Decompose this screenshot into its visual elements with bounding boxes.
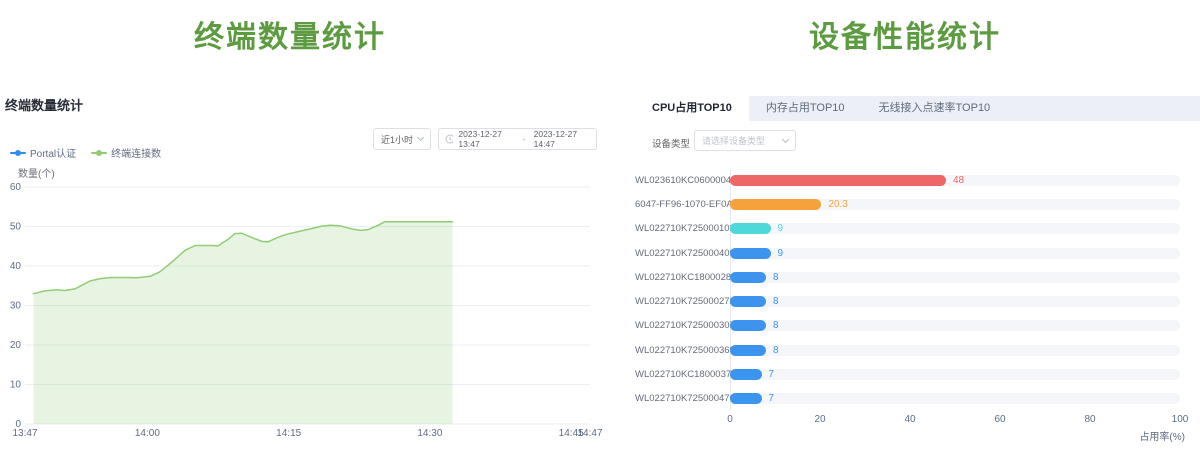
bar[interactable] [730, 199, 821, 210]
bar-category-label: WL022710K725000307 [635, 320, 730, 331]
chevron-down-icon [782, 135, 789, 142]
bar[interactable] [730, 345, 766, 356]
line-chart-legend: Portal认证 终端连接数 [10, 145, 161, 160]
bar-x-tick: 20 [805, 414, 835, 425]
right-section-title: 设备性能统计 [620, 12, 1190, 56]
bar-value-label: 48 [953, 174, 964, 187]
bar-value-label: 7 [769, 392, 775, 405]
bar[interactable] [730, 320, 766, 331]
legend-label: Portal认证 [30, 145, 76, 160]
bar-x-tick: 40 [895, 414, 925, 425]
device-type-placeholder: 请选择设备类型 [702, 134, 765, 147]
bar-category-label: WL022710K725000272 [635, 296, 730, 307]
tab[interactable]: 内存占用TOP10 [749, 96, 862, 121]
bar-category-label: WL022710KC18000372 [635, 369, 730, 380]
bar[interactable] [730, 223, 771, 234]
bar-row: WL022710K725000102 9 [635, 217, 1200, 241]
device-type-label: 设备类型 [652, 136, 690, 150]
bar-track: 7 [730, 393, 1180, 404]
bar-row: WL022710K725000409 9 [635, 241, 1200, 265]
bar[interactable] [730, 393, 762, 404]
bar-row: 6047-FF96-1070-EF0A 20.3 [635, 192, 1200, 216]
terminal-chart-title: 终端数量统计 [5, 95, 83, 114]
bar-track: 9 [730, 248, 1180, 259]
bar-track: 8 [730, 296, 1180, 307]
legend-label: 终端连接数 [111, 145, 161, 160]
bar-chart-x-axis-label: 占用率(%) [1120, 428, 1185, 443]
svg-text:14:47: 14:47 [577, 428, 602, 439]
bar-category-label: 6047-FF96-1070-EF0A [635, 199, 730, 210]
clock-icon [445, 134, 453, 144]
legend-item[interactable]: Portal认证 [10, 145, 76, 160]
bar-track: 8 [730, 345, 1180, 356]
svg-text:40: 40 [10, 261, 22, 272]
tab[interactable]: 无线接入点速率TOP10 [862, 96, 1008, 121]
date-range-end: 2023-12-27 14:47 [534, 129, 590, 149]
bar-category-label: WL022710K725000409 [635, 248, 730, 259]
svg-text:50: 50 [10, 222, 22, 233]
svg-text:60: 60 [10, 182, 22, 193]
bar-track: 20.3 [730, 199, 1180, 210]
tab[interactable]: CPU占用TOP10 [635, 96, 749, 121]
bar-value-label: 8 [773, 271, 779, 284]
bar-x-tick: 100 [1165, 414, 1195, 425]
svg-text:14:15: 14:15 [276, 428, 301, 439]
bar[interactable] [730, 369, 762, 380]
bar-value-label: 20.3 [828, 198, 847, 211]
legend-item[interactable]: 终端连接数 [91, 145, 161, 160]
legend-marker-icon [91, 149, 107, 157]
bar-row: WL022710KC18000372 7 [635, 362, 1200, 386]
bar-row: WL022710K725000369 8 [635, 338, 1200, 362]
bar-category-label: WL022710K725000470 [635, 393, 730, 404]
device-type-select[interactable]: 请选择设备类型 [694, 130, 796, 151]
bar-category-label: WL022710K725000102 [635, 223, 730, 234]
svg-text:13:47: 13:47 [12, 428, 37, 439]
svg-text:20: 20 [10, 340, 22, 351]
svg-text:14:00: 14:00 [135, 428, 160, 439]
bar-category-label: WL022710KC18000280 [635, 272, 730, 283]
bar-x-tick: 60 [985, 414, 1015, 425]
date-range-separator: - [520, 134, 529, 144]
svg-text:14:30: 14:30 [417, 428, 442, 439]
bar[interactable] [730, 248, 771, 259]
time-range-select[interactable]: 近1小时 [373, 128, 431, 150]
bar-chart-x-ticks: 0 20 40 60 80 100 [635, 414, 1200, 428]
bar-row: WL022710KC18000280 8 [635, 265, 1200, 289]
bar-track: 8 [730, 272, 1180, 283]
bar-value-label: 8 [773, 344, 779, 357]
legend-marker-icon [10, 149, 26, 157]
bar-value-label: 9 [778, 222, 784, 235]
chevron-down-icon [417, 134, 424, 141]
bar-value-label: 7 [769, 368, 775, 381]
bar-row: WL022710K725000470 7 [635, 387, 1200, 411]
performance-tabbar: CPU占用TOP10内存占用TOP10无线接入点速率TOP10 [635, 96, 1200, 121]
date-range-picker[interactable]: 2023-12-27 13:47 - 2023-12-27 14:47 [438, 128, 597, 150]
bar-track: 9 [730, 223, 1180, 234]
time-range-value: 近1小时 [381, 133, 413, 146]
bar-row: WL022710K725000307 8 [635, 314, 1200, 338]
bar-category-label: WL022710K725000369 [635, 345, 730, 356]
date-range-start: 2023-12-27 13:47 [458, 129, 514, 149]
bar-category-label: WL023610KC06000043 [635, 175, 730, 186]
bar[interactable] [730, 296, 766, 307]
bar-x-tick: 0 [715, 414, 745, 425]
left-section-title: 终端数量统计 [0, 12, 580, 56]
bar[interactable] [730, 272, 766, 283]
bar-row: WL022710K725000272 8 [635, 289, 1200, 313]
bar-track: 8 [730, 320, 1180, 331]
bar-value-label: 8 [773, 295, 779, 308]
bar-row: WL023610KC06000043 48 [635, 168, 1200, 192]
svg-text:30: 30 [10, 301, 22, 312]
bar-value-label: 8 [773, 319, 779, 332]
terminal-line-chart: 010203040506013:4714:0014:1514:3014:4514… [0, 178, 600, 440]
svg-text:10: 10 [10, 380, 22, 391]
bar[interactable] [730, 175, 946, 186]
cpu-top10-bar-chart: WL023610KC06000043 48 6047-FF96-1070-EF0A 2… [635, 168, 1200, 411]
bar-track: 7 [730, 369, 1180, 380]
bar-track: 48 [730, 175, 1180, 186]
bar-value-label: 9 [778, 247, 784, 260]
bar-x-tick: 80 [1075, 414, 1105, 425]
